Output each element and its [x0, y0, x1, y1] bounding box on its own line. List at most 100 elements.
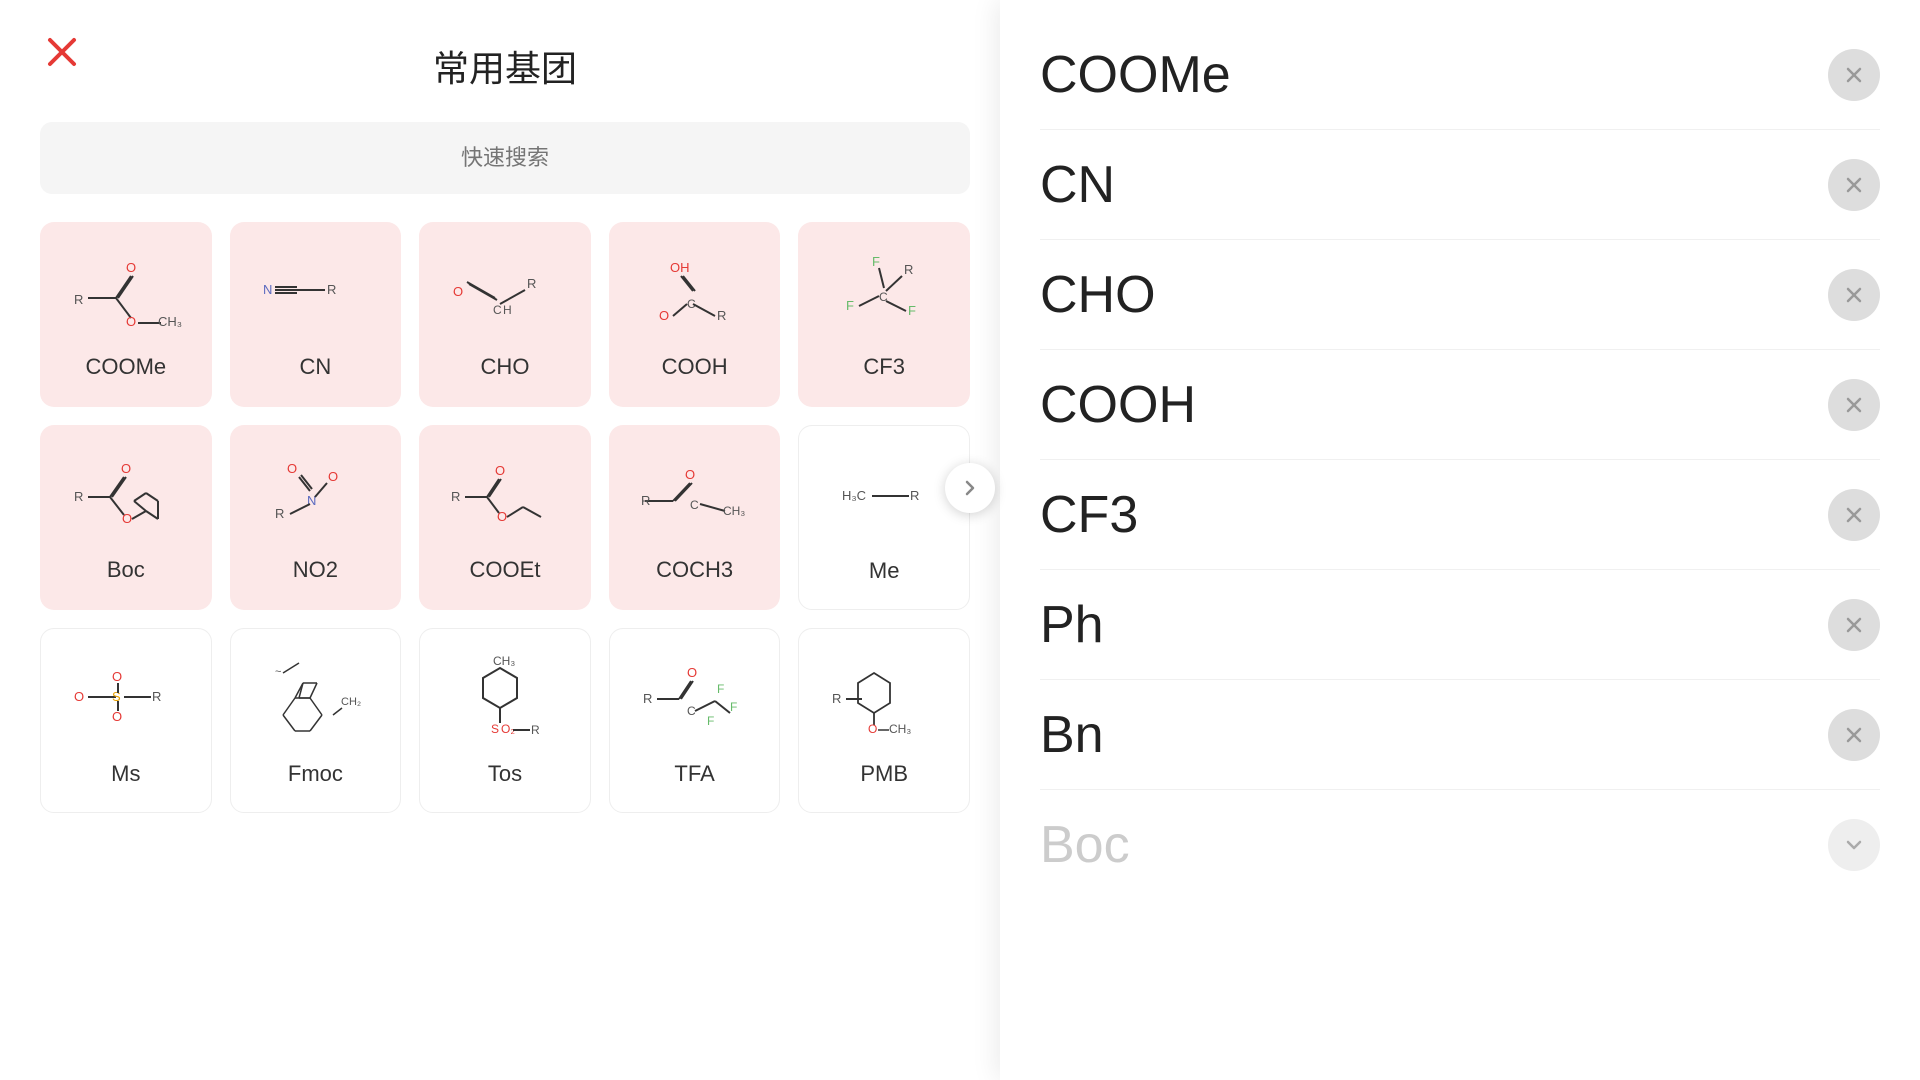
svg-text:R: R [531, 723, 540, 737]
scroll-right-button[interactable] [945, 463, 995, 513]
right-item-label-Bn: Bn [1040, 705, 1104, 765]
svg-text:CH₃: CH₃ [723, 504, 745, 518]
svg-text:O: O [495, 463, 505, 478]
svg-text:C: C [687, 704, 696, 718]
svg-text:R: R [74, 489, 83, 504]
svg-text:~: ~ [275, 666, 281, 678]
svg-text:O: O [122, 511, 132, 526]
functional-group-grid: R O O CH₃ C O O Me N R CN [40, 222, 970, 813]
svg-text:H: H [503, 303, 512, 317]
right-item-COOMe: COOMe [1040, 20, 1880, 130]
svg-text:R: R [527, 276, 536, 291]
right-item-Ph: Ph [1040, 570, 1880, 680]
remove-Ph-button[interactable] [1828, 599, 1880, 651]
right-item-label-Ph: Ph [1040, 595, 1104, 655]
card-CHO[interactable]: O C H R CHO [419, 222, 591, 407]
card-Fmoc[interactable]: ~ CH₂ Fmoc [230, 628, 402, 813]
card-Boc[interactable]: R O O Boc [40, 425, 212, 610]
svg-text:O: O [112, 669, 122, 684]
svg-text:N: N [263, 282, 272, 297]
remove-CF3-button[interactable] [1828, 489, 1880, 541]
svg-text:S: S [112, 689, 121, 704]
svg-text:CH₃: CH₃ [889, 722, 911, 736]
svg-text:R: R [275, 506, 284, 521]
card-COCH3[interactable]: R O C CH₃ COCH3 [609, 425, 781, 610]
svg-text:O: O [687, 665, 697, 680]
svg-text:OH: OH [670, 260, 690, 275]
card-CF3[interactable]: F C R F F CF3 [798, 222, 970, 407]
remove-Bn-button[interactable] [1828, 709, 1880, 761]
svg-text:R: R [904, 262, 913, 277]
svg-text:O: O [453, 284, 463, 299]
svg-text:R: R [832, 691, 841, 706]
card-label-CN: CN [300, 354, 332, 380]
card-COOMe[interactable]: R O O CH₃ COOMe [40, 222, 212, 407]
card-COOEt[interactable]: R O O COOEt [419, 425, 591, 610]
card-label-NO2: NO2 [293, 557, 338, 583]
svg-text:R: R [910, 488, 919, 503]
card-label-TFA: TFA [674, 761, 714, 787]
svg-text:O: O [126, 260, 136, 275]
card-label-PMB: PMB [860, 761, 908, 787]
svg-text:O: O [287, 461, 297, 476]
card-TFA[interactable]: R O C F F F TFA [609, 628, 781, 813]
svg-text:O: O [497, 509, 507, 524]
remove-CN-button[interactable] [1828, 159, 1880, 211]
svg-text:O: O [868, 722, 877, 736]
main-panel: 常用基团 R O O CH₃ C O O Me N [0, 0, 1010, 1080]
right-item-COOH: COOH [1040, 350, 1880, 460]
svg-text:R: R [74, 292, 83, 307]
right-item-label-CF3: CF3 [1040, 485, 1138, 545]
right-item-label-CN: CN [1040, 155, 1115, 215]
card-COOH[interactable]: OH C R O COOH [609, 222, 781, 407]
svg-text:CH₃: CH₃ [493, 654, 515, 668]
card-label-Tos: Tos [488, 761, 522, 787]
svg-text:R: R [152, 689, 161, 704]
svg-text:F: F [707, 714, 714, 728]
right-item-label-COOMe: COOMe [1040, 45, 1231, 105]
card-Tos[interactable]: S O₂ R CH₃ Tos [419, 628, 591, 813]
svg-text:O: O [121, 461, 131, 476]
card-PMB[interactable]: R O CH₃ PMB [798, 628, 970, 813]
right-item-Boc2: Boc [1040, 790, 1880, 900]
card-label-COOEt: COOEt [470, 557, 541, 583]
remove-COOMe-button[interactable] [1828, 49, 1880, 101]
remove-COOH-button[interactable] [1828, 379, 1880, 431]
card-label-CF3: CF3 [863, 354, 905, 380]
svg-text:CH₃: CH₃ [158, 314, 182, 329]
close-button[interactable] [40, 30, 84, 74]
svg-text:R: R [643, 691, 652, 706]
search-input[interactable] [40, 145, 970, 171]
card-label-Fmoc: Fmoc [288, 761, 343, 787]
card-NO2[interactable]: O N O R NO2 [230, 425, 402, 610]
svg-text:CH₂: CH₂ [341, 696, 361, 708]
right-item-Bn: Bn [1040, 680, 1880, 790]
card-CN[interactable]: N R CN [230, 222, 402, 407]
svg-text:R: R [641, 493, 650, 508]
card-Me[interactable]: H₃C R Me [798, 425, 970, 610]
card-label-Me: Me [869, 558, 900, 584]
svg-text:O: O [126, 314, 136, 329]
svg-text:C: C [690, 498, 699, 512]
svg-text:O: O [328, 469, 338, 484]
search-bar[interactable] [40, 122, 970, 194]
svg-text:O: O [659, 308, 669, 323]
right-item-CF3: CF3 [1040, 460, 1880, 570]
remove-CHO-button[interactable] [1828, 269, 1880, 321]
svg-text:S: S [491, 722, 499, 736]
right-item-CHO: CHO [1040, 240, 1880, 350]
right-panel: COOMe CN CHO COOH CF3 Ph Bn [1000, 0, 1920, 1080]
svg-text:F: F [846, 298, 854, 313]
page-title: 常用基团 [40, 40, 970, 92]
remove-Boc2-button[interactable] [1828, 819, 1880, 871]
card-label-COCH3: COCH3 [656, 557, 733, 583]
svg-text:R: R [451, 489, 460, 504]
svg-text:O: O [112, 709, 122, 724]
svg-text:R: R [717, 308, 726, 323]
svg-text:R: R [327, 282, 336, 297]
right-item-label-CHO: CHO [1040, 265, 1156, 325]
card-label-COOH: COOH [662, 354, 728, 380]
right-item-CN: CN [1040, 130, 1880, 240]
card-Ms[interactable]: O S R O O Ms [40, 628, 212, 813]
right-item-label-Boc2: Boc [1040, 815, 1130, 875]
